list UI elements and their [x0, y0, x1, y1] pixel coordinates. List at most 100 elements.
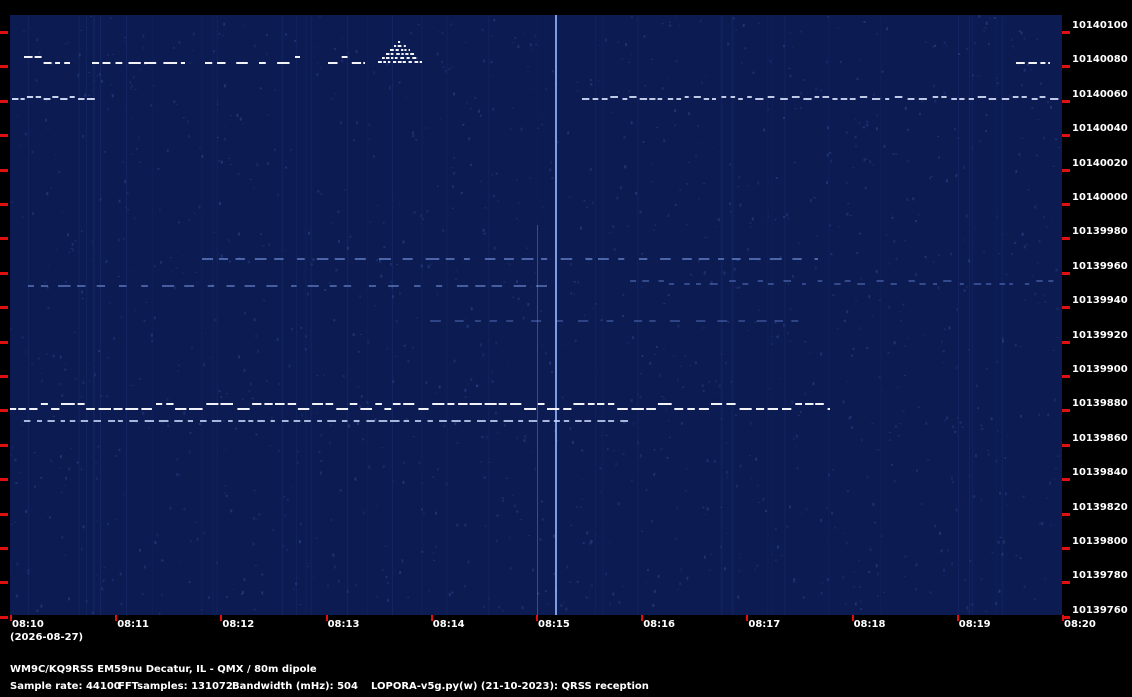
noise-speck [800, 91, 803, 95]
noise-speck [430, 471, 433, 473]
noise-speck [169, 506, 172, 510]
noise-speck [225, 494, 228, 497]
noise-speck [52, 354, 55, 358]
noise-speck [129, 117, 132, 119]
noise-speck [435, 511, 437, 515]
noise-speck [502, 499, 505, 502]
signal-trace-top [163, 62, 178, 64]
signal-trace-faint [1048, 280, 1054, 282]
noise-speck [645, 489, 648, 492]
signal-trace-main [646, 408, 656, 410]
noise-speck [612, 225, 615, 228]
noise-speck [583, 199, 586, 202]
noise-speck [651, 163, 654, 164]
noise-speck [541, 206, 544, 209]
noise-speck [613, 449, 616, 452]
noise-speck [987, 449, 990, 451]
noise-speck [108, 301, 111, 304]
y-tick-mark-right [1062, 340, 1070, 344]
noise-speck [153, 316, 156, 320]
noise-speck [941, 350, 944, 353]
signal-trace-faint [1024, 283, 1030, 285]
noise-speck [897, 434, 900, 437]
noise-speck [196, 537, 199, 541]
signal-burst [382, 57, 385, 59]
noise-speck [320, 459, 323, 462]
noise-speck [191, 49, 194, 51]
signal-trace-upper [1050, 98, 1059, 100]
signal-trace-main [141, 408, 152, 410]
noise-speck [339, 121, 342, 125]
noise-speck [903, 240, 906, 242]
signal-trace-faint [749, 258, 761, 260]
signal-trace-top [180, 62, 185, 64]
noise-speck [839, 60, 842, 63]
noise-speck [297, 450, 299, 453]
noise-speck [729, 163, 732, 166]
noise-speck [223, 137, 226, 141]
noise-speck [859, 599, 862, 603]
signal-trace-main [189, 408, 203, 410]
noise-speck [907, 160, 910, 162]
noise-speck [700, 81, 703, 84]
signal-trace-faint [297, 258, 305, 260]
noise-speck [219, 202, 221, 205]
noise-speck [333, 48, 336, 50]
noise-speck [117, 238, 120, 242]
noise-speck [436, 185, 439, 188]
noise-speck [432, 552, 435, 554]
noise-speck [876, 449, 878, 451]
noise-speck [1050, 524, 1052, 527]
noise-speck [218, 390, 221, 393]
noise-speck [831, 511, 834, 515]
signal-trace-faint [414, 285, 421, 287]
noise-speck [387, 598, 390, 602]
carrier-line-faint [537, 225, 538, 615]
noise-speck [686, 183, 688, 185]
signal-trace-upper [791, 96, 800, 98]
noise-speck [516, 218, 518, 220]
noise-speck [933, 84, 935, 88]
noise-speck [40, 372, 43, 374]
noise-speck [183, 411, 186, 415]
signal-trace-upper [907, 98, 915, 100]
noise-speck [435, 392, 438, 393]
noise-speck [569, 581, 572, 583]
noise-speck [853, 571, 856, 573]
noise-speck [610, 111, 613, 113]
noise-speck [735, 28, 738, 31]
noise-speck [859, 232, 862, 235]
y-tick-label: 10139800 [1072, 536, 1128, 547]
noise-speck [1037, 118, 1040, 120]
noise-speck [10, 523, 13, 525]
noise-speck [549, 361, 552, 365]
noise-speck [284, 514, 287, 517]
signal-trace-main-lower [464, 420, 471, 422]
noise-speck [290, 487, 293, 489]
signal-trace-upper [657, 98, 663, 100]
noise-speck [709, 569, 711, 571]
noise-speck [848, 476, 851, 478]
noise-streak [732, 15, 734, 615]
noise-speck [573, 293, 576, 295]
noise-speck [705, 76, 708, 78]
noise-speck [702, 162, 705, 164]
signal-trace-main [458, 403, 468, 405]
noise-speck [492, 107, 495, 111]
noise-speck [885, 234, 888, 236]
noise-speck [103, 566, 106, 568]
noise-speck [343, 189, 346, 191]
noise-speck [175, 267, 178, 269]
noise-speck [503, 424, 506, 427]
x-tick-mark [536, 615, 538, 621]
noise-speck [11, 446, 14, 450]
signal-trace-main-lower [553, 420, 560, 422]
signal-trace-main-lower [584, 420, 592, 422]
signal-trace-top [295, 56, 300, 58]
noise-speck [943, 402, 946, 404]
noise-speck [825, 60, 828, 64]
signal-trace-faint [556, 320, 563, 322]
noise-speck [934, 99, 937, 103]
signal-trace-main-lower [490, 420, 498, 422]
noise-speck [58, 171, 61, 174]
